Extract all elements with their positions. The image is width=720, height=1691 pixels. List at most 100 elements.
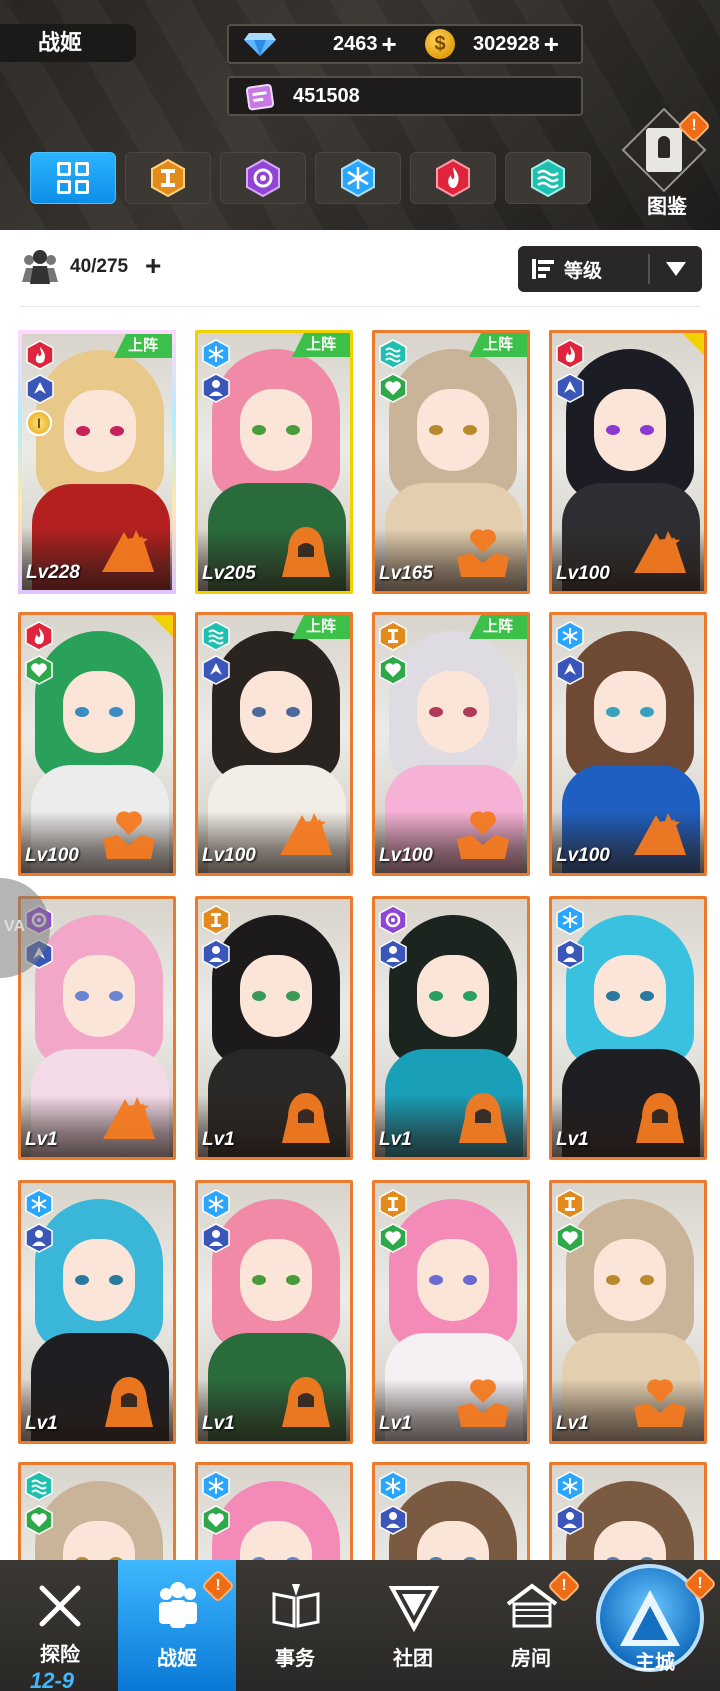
healer-role-emblem-icon — [457, 1379, 509, 1427]
earth-element-icon — [379, 621, 407, 651]
nav-main-city[interactable]: 主城 ! — [590, 1560, 720, 1691]
character-card[interactable]: Lv100 — [18, 612, 176, 876]
character-card[interactable]: Lv1 — [18, 1180, 176, 1444]
ice-element-icon — [202, 1189, 230, 1219]
codex-button[interactable]: 图鉴 ! — [621, 107, 711, 218]
filter-fire-button[interactable] — [410, 152, 496, 204]
character-card[interactable]: Lv100 — [549, 612, 707, 876]
character-card[interactable]: I 上阵 Lv228 — [18, 330, 176, 594]
nav-club-label: 社团 — [393, 1648, 433, 1670]
roster-toolbar: 40/275 + 等级 — [0, 230, 720, 310]
water-element-icon — [202, 621, 230, 651]
guard-class-icon — [202, 1223, 230, 1253]
character-card[interactable] — [195, 1462, 353, 1560]
character-card[interactable]: Lv1 — [549, 896, 707, 1160]
guard-class-icon — [25, 1223, 53, 1253]
guard-class-icon — [202, 373, 230, 403]
expand-roster-icon[interactable]: + — [145, 250, 161, 282]
character-card[interactable]: Lv1 — [372, 896, 530, 1160]
pilot-class-icon — [556, 373, 584, 403]
character-card[interactable]: Lv1 — [549, 1180, 707, 1444]
ticket-counter[interactable]: 451508 — [245, 78, 360, 114]
nav-explore[interactable]: 探险 12-9 — [0, 1560, 118, 1691]
nav-room[interactable]: 房间 ! — [472, 1560, 590, 1691]
character-card[interactable]: Lv100 — [549, 330, 707, 594]
coin-counter[interactable]: $ 302928 + — [425, 26, 559, 62]
ticket-bar: 451508 — [227, 76, 583, 116]
currency-bar: 2463 + $ 302928 + — [227, 24, 583, 64]
character-card[interactable]: 上阵 Lv100 — [195, 612, 353, 876]
pilot-class-icon — [26, 374, 54, 404]
character-card[interactable]: Lv1 — [195, 896, 353, 1160]
element-filter-bar — [30, 152, 591, 204]
bottom-navigation: 探险 12-9 战姬 ! 事务 社团 房间 ! 主城 ! — [0, 1560, 720, 1691]
character-card[interactable]: Lv1 — [372, 1180, 530, 1444]
heal-class-icon — [25, 1505, 53, 1535]
character-level: Lv100 — [25, 845, 79, 866]
water-element-icon — [25, 1471, 53, 1501]
character-card[interactable] — [18, 1462, 176, 1560]
character-level: Lv165 — [379, 563, 433, 584]
chevron-down-icon — [666, 262, 686, 276]
character-card[interactable] — [372, 1462, 530, 1560]
filter-water-button[interactable] — [505, 152, 591, 204]
guard-class-icon — [379, 1505, 407, 1535]
gem-counter[interactable]: 2463 + — [243, 26, 397, 62]
codex-label: 图鉴 — [647, 196, 687, 218]
new-corner-marker — [151, 615, 173, 637]
sort-separator — [648, 254, 650, 284]
nav-girls[interactable]: 战姬 ! — [118, 1560, 236, 1691]
fire-element-icon — [26, 340, 54, 370]
page-title: 战姬 — [0, 24, 136, 62]
roster-count: 40/275 — [70, 256, 129, 277]
character-card[interactable]: Lv1 — [195, 1180, 353, 1444]
nav-affairs[interactable]: 事务 — [236, 1560, 354, 1691]
club-emblem-icon — [388, 1586, 440, 1632]
character-level: Lv1 — [379, 1129, 412, 1150]
ticket-icon — [245, 83, 275, 111]
nav-club[interactable]: 社团 — [354, 1560, 472, 1691]
character-card[interactable]: 上阵 Lv205 — [195, 330, 353, 594]
filter-earth-button[interactable] — [125, 152, 211, 204]
pilot-role-emblem-icon — [280, 813, 332, 855]
character-level: Lv100 — [556, 563, 610, 584]
character-grid: I 上阵 Lv228 上阵 Lv205 上阵 Lv165 Lv100 Lv100… — [0, 310, 720, 1560]
sort-dropdown[interactable]: 等级 — [518, 246, 702, 292]
character-card[interactable]: 上阵 Lv100 — [372, 612, 530, 876]
new-corner-marker — [682, 333, 704, 355]
filter-ice-button[interactable] — [315, 152, 401, 204]
guardian-role-emblem-icon — [636, 1093, 684, 1143]
pilot-role-emblem-icon — [103, 1097, 155, 1139]
healer-role-emblem-icon — [457, 529, 509, 577]
fire-element-icon — [25, 621, 53, 651]
flame-element-icon — [436, 159, 470, 197]
nav-room-label: 房间 — [511, 1648, 551, 1670]
coin-amount: 302928 — [473, 32, 540, 55]
guardian-role-emblem-icon — [282, 1093, 330, 1143]
guard-class-icon — [556, 939, 584, 969]
character-level: Lv1 — [202, 1413, 235, 1434]
earth-element-icon — [202, 905, 230, 935]
add-coins-icon[interactable]: + — [544, 31, 559, 57]
swirl-element-icon — [246, 159, 280, 197]
ice-element-icon — [379, 1471, 407, 1501]
character-card[interactable] — [549, 1462, 707, 1560]
open-book-icon — [272, 1584, 320, 1628]
earth-element-icon — [151, 159, 185, 197]
healer-role-emblem-icon — [634, 1379, 686, 1427]
ticket-amount: 451508 — [293, 84, 360, 107]
character-level: Lv1 — [202, 1129, 235, 1150]
wave-element-icon — [531, 159, 565, 197]
dark-element-icon — [379, 905, 407, 935]
nav-main-city-label: 主城 — [635, 1652, 675, 1674]
toolbar-divider — [20, 306, 700, 307]
top-header: 战姬 2463 + $ 302928 + 451508 图鉴 ! — [0, 0, 720, 230]
filter-dark-button[interactable] — [220, 152, 306, 204]
add-gems-icon[interactable]: + — [382, 31, 397, 57]
filter-all-button[interactable] — [30, 152, 116, 204]
earth-element-icon — [556, 1189, 584, 1219]
snowflake-element-icon — [341, 159, 375, 197]
character-card[interactable]: 上阵 Lv165 — [372, 330, 530, 594]
gem-amount: 2463 — [333, 32, 378, 55]
codex-book-icon — [646, 128, 682, 172]
